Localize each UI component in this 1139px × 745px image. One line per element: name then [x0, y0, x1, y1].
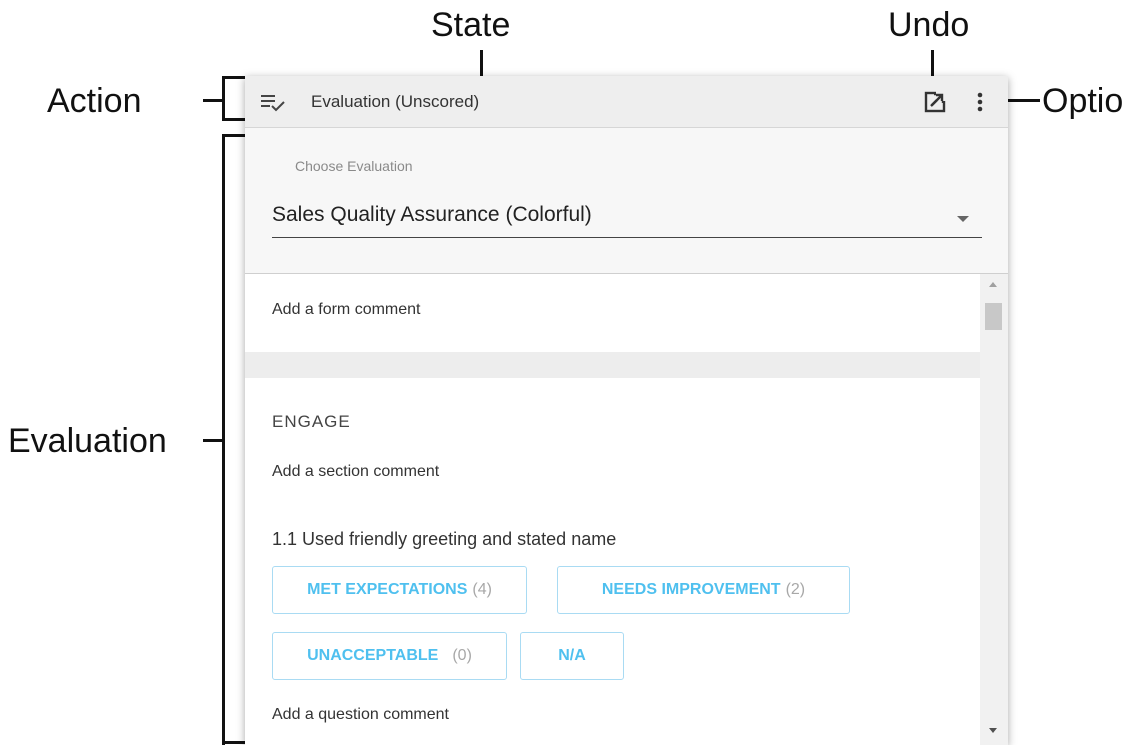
answer-label: NEEDS IMPROVEMENT [601, 581, 781, 598]
answer-met-expectations-button[interactable]: MET EXPECTATIONS (4) [272, 566, 527, 614]
callout-evaluation: Evaluation [8, 422, 167, 460]
section-comment-field[interactable]: Add a section comment [272, 463, 439, 481]
select-underline [272, 237, 982, 238]
evaluation-panel: Evaluation (Unscored) Choose Evaluation … [245, 76, 1008, 745]
section-divider [245, 352, 980, 378]
answer-count: (4) [472, 581, 492, 598]
answer-label: N/A [558, 647, 586, 664]
dropdown-caret-icon[interactable] [957, 216, 969, 222]
more-vert-icon[interactable] [972, 90, 988, 114]
answer-unacceptable-button[interactable]: UNACCEPTABLE (0) [272, 632, 507, 680]
question-text: 1.1 Used friendly greeting and stated na… [272, 529, 617, 549]
callout-evaluation-line [203, 439, 223, 442]
callout-state: State [431, 6, 511, 44]
answer-needs-improvement-button[interactable]: NEEDS IMPROVEMENT (2) [557, 566, 850, 614]
answer-label: MET EXPECTATIONS [307, 581, 468, 598]
scrollbar-thumb[interactable] [985, 303, 1002, 330]
callout-options: Optio [1042, 82, 1124, 120]
answer-count: (0) [452, 647, 472, 664]
scroll-up-arrow-icon[interactable] [989, 282, 997, 287]
open-in-new-icon[interactable] [923, 90, 947, 114]
evaluation-select-value[interactable]: Sales Quality Assurance (Colorful) [272, 203, 592, 227]
callout-undo: Undo [888, 6, 970, 44]
answer-count: (2) [785, 581, 806, 598]
panel-titlebar: Evaluation (Unscored) [245, 76, 1008, 128]
section-title: ENGAGE [272, 412, 351, 431]
evaluation-state-text: Evaluation (Unscored) [311, 92, 480, 111]
form-comment-field[interactable]: Add a form comment [272, 301, 421, 319]
answer-label: UNACCEPTABLE [307, 647, 439, 664]
evaluation-form-scroll-area: Add a form comment ENGAGE Add a section … [245, 274, 980, 745]
callout-action-line [203, 99, 223, 102]
evaluation-chooser[interactable]: Choose Evaluation Sales Quality Assuranc… [245, 128, 1008, 274]
callout-action: Action [47, 82, 142, 120]
callout-evaluation-bracket [222, 134, 225, 745]
question-comment-field[interactable]: Add a question comment [272, 706, 449, 724]
choose-evaluation-label: Choose Evaluation [295, 158, 413, 174]
callout-state-line [480, 50, 483, 78]
scrollbar[interactable] [980, 274, 1008, 745]
answer-na-button[interactable]: N/A [520, 632, 624, 680]
scroll-down-arrow-icon[interactable] [989, 728, 997, 733]
callout-action-bracket [222, 76, 225, 121]
callout-undo-line [931, 50, 934, 78]
playlist-check-icon[interactable] [261, 91, 285, 113]
